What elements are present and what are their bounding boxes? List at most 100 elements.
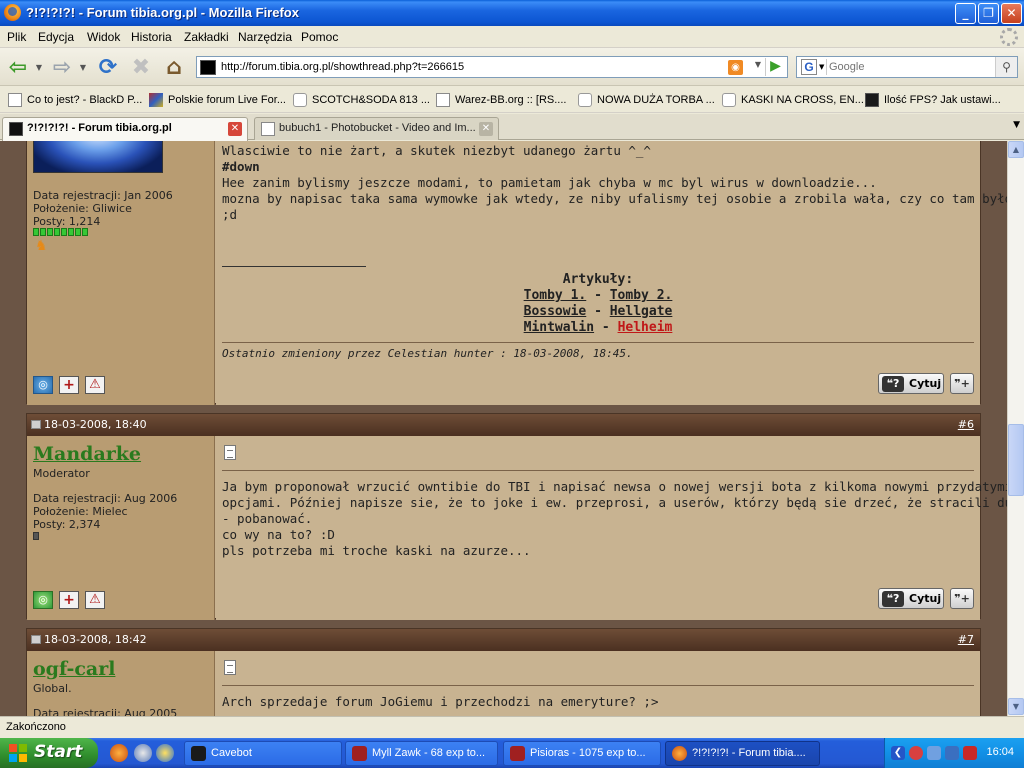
user-actions: ◎ + ⚠ (33, 591, 105, 609)
quote-button[interactable]: ❝? Cytuj (878, 588, 944, 609)
tab-photobucket[interactable]: bubuch1 - Photobucket - Video and Im... … (254, 117, 499, 140)
bookmark-item[interactable]: NOWA DUŻA TORBA ... (578, 92, 715, 108)
add-reputation-icon[interactable]: + (59, 376, 79, 394)
bookmarks-toolbar: Co to jest? - BlackD P... Polskie forum … (0, 87, 1024, 113)
go-button[interactable]: ▶ (765, 58, 785, 76)
tibia-icon (9, 122, 23, 136)
task-pisioras[interactable]: Pisioras - 1075 exp to... (503, 741, 661, 766)
message-text: Wlasciwie to nie żart, a skutek niezbyt … (222, 143, 1007, 222)
vertical-scrollbar[interactable]: ▲ ▼ (1007, 141, 1024, 716)
engine-dropdown-icon: ▼ (819, 63, 825, 71)
link-mintwalin[interactable]: Mintwalin (524, 320, 594, 335)
tab-forum[interactable]: ?!?!?!?! - Forum tibia.org.pl ✕ (2, 117, 248, 141)
message-body: Ja bym proponował wrzucić owntibie do TB… (216, 436, 1007, 620)
task-firefox-forum[interactable]: ?!?!?!?! - Forum tibia.... (665, 741, 820, 766)
list-all-tabs-icon[interactable]: ▼ (1013, 120, 1020, 130)
menu-history[interactable]: Historia (131, 30, 172, 44)
menu-tools[interactable]: Narzędzia (238, 30, 292, 44)
scroll-down-button[interactable]: ▼ (1008, 698, 1024, 715)
avatar (33, 141, 163, 173)
tray-shield-icon[interactable] (963, 746, 977, 760)
bookmark-item[interactable]: Co to jest? - BlackD P... (8, 92, 142, 108)
hand-icon (722, 93, 736, 107)
bookmark-item[interactable]: Ilość FPS? Jak ustawi... (865, 92, 1001, 108)
link-tomby-2[interactable]: Tomby 2. (610, 288, 673, 303)
tray-network2-icon[interactable] (945, 746, 959, 760)
search-bar[interactable]: G ▼ ⚲ (796, 56, 1018, 78)
quote-button[interactable]: ❝? Cytuj (878, 373, 944, 394)
report-icon[interactable]: ⚠ (85, 376, 105, 394)
tray-network-icon[interactable] (927, 746, 941, 760)
bookmark-item[interactable]: SCOTCH&SODA 813 ... (293, 92, 430, 108)
edit-note: Ostatnio zmieniony przez Celestian hunte… (222, 347, 633, 360)
close-tab-icon[interactable]: ✕ (479, 122, 493, 136)
throbber-icon (1000, 28, 1018, 46)
tab-bar: ?!?!?!?! - Forum tibia.org.pl ✕ bubuch1 … (0, 114, 1024, 141)
tray-antivirus-icon[interactable] (909, 746, 923, 760)
report-icon[interactable]: ⚠ (85, 591, 105, 609)
url-bar[interactable]: http://forum.tibia.org.pl/showthread.php… (196, 56, 788, 78)
tray-arrow-icon[interactable]: ❮ (891, 746, 905, 760)
search-input[interactable] (829, 59, 989, 75)
menu-bookmarks[interactable]: Zakładki (184, 30, 229, 44)
reputation-bar (33, 532, 39, 540)
post-number[interactable]: #6 (958, 418, 974, 431)
username[interactable]: ogf-carl (33, 658, 115, 680)
close-tab-icon[interactable]: ✕ (228, 122, 242, 136)
link-helheim[interactable]: Helheim (618, 320, 673, 335)
username[interactable]: Mandarke (33, 443, 141, 465)
menu-edit[interactable]: Edycja (38, 30, 74, 44)
multiquote-button[interactable]: ❞+ (950, 373, 974, 394)
menu-view[interactable]: Widok (87, 30, 120, 44)
menu-help[interactable]: Pomoc (301, 30, 338, 44)
back-dropdown-icon[interactable]: ▼ (36, 63, 42, 72)
link-tomby-1[interactable]: Tomby 1. (524, 288, 587, 303)
user-info: Data rejestracji: Aug 2006 Położenie: Mi… (33, 492, 178, 531)
url-history-dropdown-icon[interactable]: ▼ (755, 60, 761, 69)
scroll-thumb[interactable] (1008, 424, 1024, 496)
bookmark-item[interactable]: Warez-BB.org :: [RS.... (436, 92, 566, 108)
bookmark-item[interactable]: KASKI NA CROSS, EN... (722, 92, 864, 108)
bookmark-item[interactable]: Polskie forum Live For... (149, 92, 286, 108)
post-7: 18-03-2008, 18:42 #7 ogf-carl Global. Da… (26, 628, 981, 716)
firefox-icon[interactable] (4, 4, 21, 21)
tibia-client-icon (510, 746, 525, 761)
desktop-quicklaunch-icon[interactable] (134, 744, 152, 762)
running-man-icon: ♞ (35, 238, 48, 254)
multiquote-button[interactable]: ❞+ (950, 588, 974, 609)
post-6: 18-03-2008, 18:40 #6 Mandarke Moderator … (26, 413, 1007, 620)
page-icon (436, 93, 450, 107)
search-icon[interactable]: ⚲ (995, 57, 1017, 77)
post-number[interactable]: #7 (958, 633, 974, 646)
post-icon (31, 420, 41, 429)
stop-button[interactable]: ✖ (127, 53, 155, 81)
forward-button[interactable]: ⇨ ▼ (48, 53, 86, 81)
restore-button[interactable]: ❐ (978, 3, 999, 24)
menu-file[interactable]: Plik (7, 30, 26, 44)
link-bossowie[interactable]: Bossowie (524, 304, 587, 319)
home-button[interactable]: ⌂ (160, 53, 188, 81)
back-button[interactable]: ⇦ ▼ (4, 53, 42, 81)
message-text: Arch sprzedaje forum JoGiemu i przechodz… (222, 694, 659, 709)
quote-icon: ❝? (882, 590, 904, 607)
search-engine-selector[interactable]: G ▼ (799, 59, 827, 75)
www-icon[interactable]: ◎ (33, 376, 53, 394)
close-button[interactable]: ✕ (1001, 3, 1022, 24)
reputation-bar (33, 228, 88, 236)
link-hellgate[interactable]: Hellgate (610, 304, 673, 319)
rss-feed-icon[interactable]: ◉ (728, 60, 743, 75)
task-cavebot[interactable]: Cavebot (184, 741, 342, 766)
url-text[interactable]: http://forum.tibia.org.pl/showthread.php… (221, 61, 464, 73)
scroll-up-button[interactable]: ▲ (1008, 141, 1024, 158)
start-button[interactable]: Start (0, 738, 98, 768)
hand-icon (293, 93, 307, 107)
task-myll-zawk[interactable]: Myll Zawk - 68 exp to... (345, 741, 498, 766)
add-reputation-icon[interactable]: + (59, 591, 79, 609)
reload-button[interactable]: ⟳ (94, 53, 122, 81)
www-icon[interactable]: ◎ (33, 591, 53, 609)
minimize-button[interactable]: _ (955, 3, 976, 24)
forward-dropdown-icon[interactable]: ▼ (80, 63, 86, 72)
media-player-quicklaunch-icon[interactable] (156, 744, 174, 762)
firefox-quicklaunch-icon[interactable] (110, 744, 128, 762)
post-document-icon (224, 660, 236, 675)
